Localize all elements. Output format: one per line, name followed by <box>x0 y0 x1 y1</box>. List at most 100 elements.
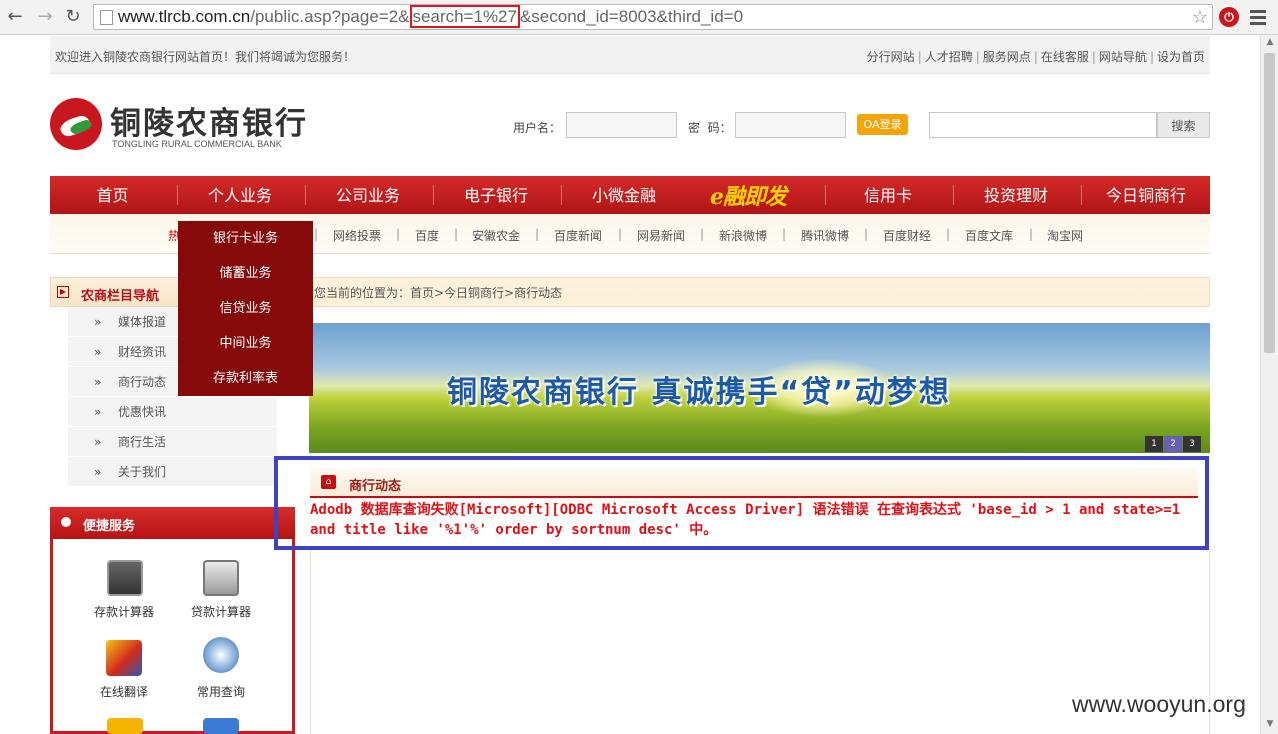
sub-link-baidu[interactable]: 百度 <box>415 227 439 244</box>
extension-icon[interactable]: ⏻ <box>1219 7 1239 27</box>
dropdown-deposit-rates[interactable]: 存款利率表 <box>178 361 313 396</box>
scroll-up-icon[interactable]: ▲ <box>1264 37 1276 49</box>
address-bar[interactable]: www.tlrcb.com.cn/public.asp?page=2& searc… <box>93 4 1213 30</box>
sub-link-ahnj[interactable]: 安徽农金 <box>472 227 520 244</box>
banner-dot-1[interactable]: 1 <box>1145 436 1163 452</box>
sub-link-163-news[interactable]: 网易新闻 <box>637 227 685 244</box>
left-nav-item-about[interactable]: » 关于我们 <box>68 457 277 487</box>
translate-icon[interactable] <box>106 640 142 676</box>
separator: | <box>1149 50 1154 64</box>
oa-login-button[interactable]: OA登录 <box>857 114 908 135</box>
main-nav: 首页 个人业务 公司业务 电子银行 小微金融 e融即发 信用卡 投资理财 今日铜… <box>50 176 1210 214</box>
quick-services-header: 便捷服务 <box>50 507 295 539</box>
top-link-sitemap[interactable]: 网站导航 <box>1099 50 1147 64</box>
search-button[interactable]: 搜索 <box>1157 112 1210 138</box>
dropdown-loans[interactable]: 信贷业务 <box>178 291 313 326</box>
dropdown-intermediary[interactable]: 中间业务 <box>178 326 313 361</box>
separator: | <box>535 227 540 241</box>
dot-icon <box>61 517 71 527</box>
nav-erongjifa-logo[interactable]: e融即发 <box>710 179 787 211</box>
service-icon[interactable] <box>107 718 143 734</box>
scroll-down-icon[interactable]: ▼ <box>1264 719 1276 731</box>
top-link-branch[interactable]: 分行网站 <box>867 50 915 64</box>
arrow-icon: » <box>94 345 102 359</box>
nav-corporate[interactable]: 公司业务 <box>306 176 430 214</box>
reload-icon[interactable]: ↻ <box>62 6 84 28</box>
sub-link-tencent-weibo[interactable]: 腾讯微博 <box>801 227 849 244</box>
arrow-icon: » <box>94 435 102 449</box>
username-label: 用户名： <box>513 121 562 135</box>
nav-microfinance[interactable]: 小微金融 <box>562 176 686 214</box>
top-link-outlets[interactable]: 服务网点 <box>983 50 1031 64</box>
scroll-thumb[interactable] <box>1264 53 1275 353</box>
username-input[interactable] <box>566 112 677 138</box>
deposit-calculator-icon[interactable] <box>107 560 143 596</box>
banner-image[interactable]: 铜陵农商银行 真诚携手“贷”动梦想 1 2 3 <box>309 323 1210 453</box>
arrow-icon: » <box>94 375 102 389</box>
nav-ebanking[interactable]: 电子银行 <box>434 176 558 214</box>
sub-link-sina-weibo[interactable]: 新浪微博 <box>719 227 767 244</box>
watermark: www.wooyun.org <box>1072 691 1246 717</box>
breadcrumb: 您当前的位置为：首页>今日铜商行>商行动态 <box>308 277 1210 307</box>
bank-name-en: TONGLING RURAL COMMERCIAL BANK <box>112 139 282 149</box>
left-nav-item-offers[interactable]: » 优惠快讯 <box>68 397 277 427</box>
banner-dot-3[interactable]: 3 <box>1183 436 1201 452</box>
dropdown-savings[interactable]: 储蓄业务 <box>178 256 313 291</box>
top-bar: 欢迎进入铜陵农商银行网站首页！我们将竭诚为您服务！ 分行网站 | 人才招聘 | 服务网点… <box>50 36 1210 74</box>
banner-dot-2[interactable]: 2 <box>1164 436 1182 452</box>
arrow-icon: » <box>94 315 102 329</box>
top-links: 分行网站 | 人才招聘 | 服务网点 | 在线客服 | 网站导航 | 设为首页 <box>867 48 1205 65</box>
nav-today[interactable]: 今日铜商行 <box>1082 176 1210 214</box>
separator: | <box>700 227 705 241</box>
top-link-jobs[interactable]: 人才招聘 <box>925 50 973 64</box>
deposit-calculator-label[interactable]: 存款计算器 <box>74 603 174 620</box>
url-query: &second_id=8003&third_id=0 <box>519 7 744 26</box>
nav-personal[interactable]: 个人业务 <box>178 176 302 214</box>
loan-calculator-label[interactable]: 贷款计算器 <box>171 603 271 620</box>
back-icon[interactable]: ← <box>4 6 26 28</box>
common-query-label[interactable]: 常用查询 <box>171 683 271 700</box>
sub-link-baidu-news[interactable]: 百度新闻 <box>554 227 602 244</box>
menu-icon[interactable] <box>1250 7 1268 27</box>
sub-link-baidu-finance[interactable]: 百度财经 <box>883 227 931 244</box>
service-icon[interactable] <box>203 718 239 734</box>
separator: | <box>1033 50 1038 64</box>
left-nav-label: 商行动态 <box>118 375 167 389</box>
top-link-service[interactable]: 在线客服 <box>1041 50 1089 64</box>
left-nav-item-life[interactable]: » 商行生活 <box>68 427 277 457</box>
sub-link-vote[interactable]: 网络投票 <box>333 227 381 244</box>
dropdown-card-business[interactable]: 银行卡业务 <box>178 221 313 256</box>
nav-credit-card[interactable]: 信用卡 <box>826 176 950 214</box>
banner-slogan: 铜陵农商银行 真诚携手“贷”动梦想 <box>447 375 951 410</box>
password-input[interactable] <box>735 112 846 138</box>
translate-label[interactable]: 在线翻译 <box>74 683 174 700</box>
bank-name[interactable]: 铜陵农商银行 <box>110 98 308 143</box>
magnifier-icon[interactable] <box>203 637 239 673</box>
top-link-homepage[interactable]: 设为首页 <box>1157 50 1205 64</box>
arrow-icon: » <box>94 405 102 419</box>
password-label: 密 码： <box>688 121 732 135</box>
separator: | <box>396 227 401 241</box>
url-host: www.tlrcb.com.cn <box>118 7 251 26</box>
arrow-box-icon: ▶ <box>57 286 69 298</box>
left-nav-label: 优惠快讯 <box>118 405 167 419</box>
separator: | <box>917 50 922 64</box>
separator: | <box>314 227 319 241</box>
scrollbar[interactable]: ▲ ▼ <box>1260 35 1278 734</box>
search-input[interactable] <box>929 112 1157 138</box>
sub-link-baidu-wenku[interactable]: 百度文库 <box>965 227 1013 244</box>
arrow-icon: » <box>94 465 102 479</box>
nav-home[interactable]: 首页 <box>50 176 175 214</box>
url-path: /public.asp?page=2& <box>250 7 410 26</box>
quick-services-title: 便捷服务 <box>83 519 136 534</box>
loan-calculator-icon[interactable] <box>203 560 239 596</box>
browser-toolbar: ← → ↻ www.tlrcb.com.cn/public.asp?page=2… <box>0 0 1278 35</box>
sub-link-taobao[interactable]: 淘宝网 <box>1047 227 1083 244</box>
nav-wealth[interactable]: 投资理财 <box>954 176 1078 214</box>
bookmark-star-icon[interactable]: ☆ <box>1192 5 1208 29</box>
bank-logo-icon[interactable] <box>50 98 102 150</box>
annotation-box <box>274 456 1209 550</box>
forward-icon[interactable]: → <box>34 6 56 28</box>
separator: | <box>782 227 787 241</box>
separator: | <box>618 227 623 241</box>
